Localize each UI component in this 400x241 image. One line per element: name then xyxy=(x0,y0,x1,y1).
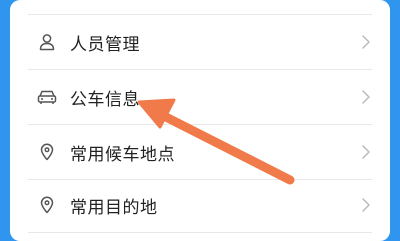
menu-item-label: 常用目的地 xyxy=(70,197,158,218)
chevron-right-icon xyxy=(360,143,372,161)
chevron-right-icon xyxy=(360,88,372,106)
car-icon xyxy=(37,87,57,107)
menu-item-label: 人员管理 xyxy=(70,34,140,55)
menu-item-label: 常用候车地点 xyxy=(70,144,175,165)
menu-item-personnel[interactable]: 人员管理 xyxy=(10,15,390,69)
divider xyxy=(28,232,372,233)
menu-item-pickup-locations[interactable]: 常用候车地点 xyxy=(10,125,390,179)
chevron-right-icon xyxy=(360,33,372,51)
location-pin-icon xyxy=(37,142,57,162)
chevron-right-icon xyxy=(360,196,372,214)
settings-card: 人员管理 公车信息 常用候车地点 常用目的地 xyxy=(10,0,390,241)
person-icon xyxy=(37,32,57,52)
menu-item-destinations[interactable]: 常用目的地 xyxy=(10,178,390,232)
menu-item-label: 公车信息 xyxy=(70,89,140,110)
location-pin-icon xyxy=(37,195,57,215)
menu-item-vehicle-info[interactable]: 公车信息 xyxy=(10,70,390,124)
